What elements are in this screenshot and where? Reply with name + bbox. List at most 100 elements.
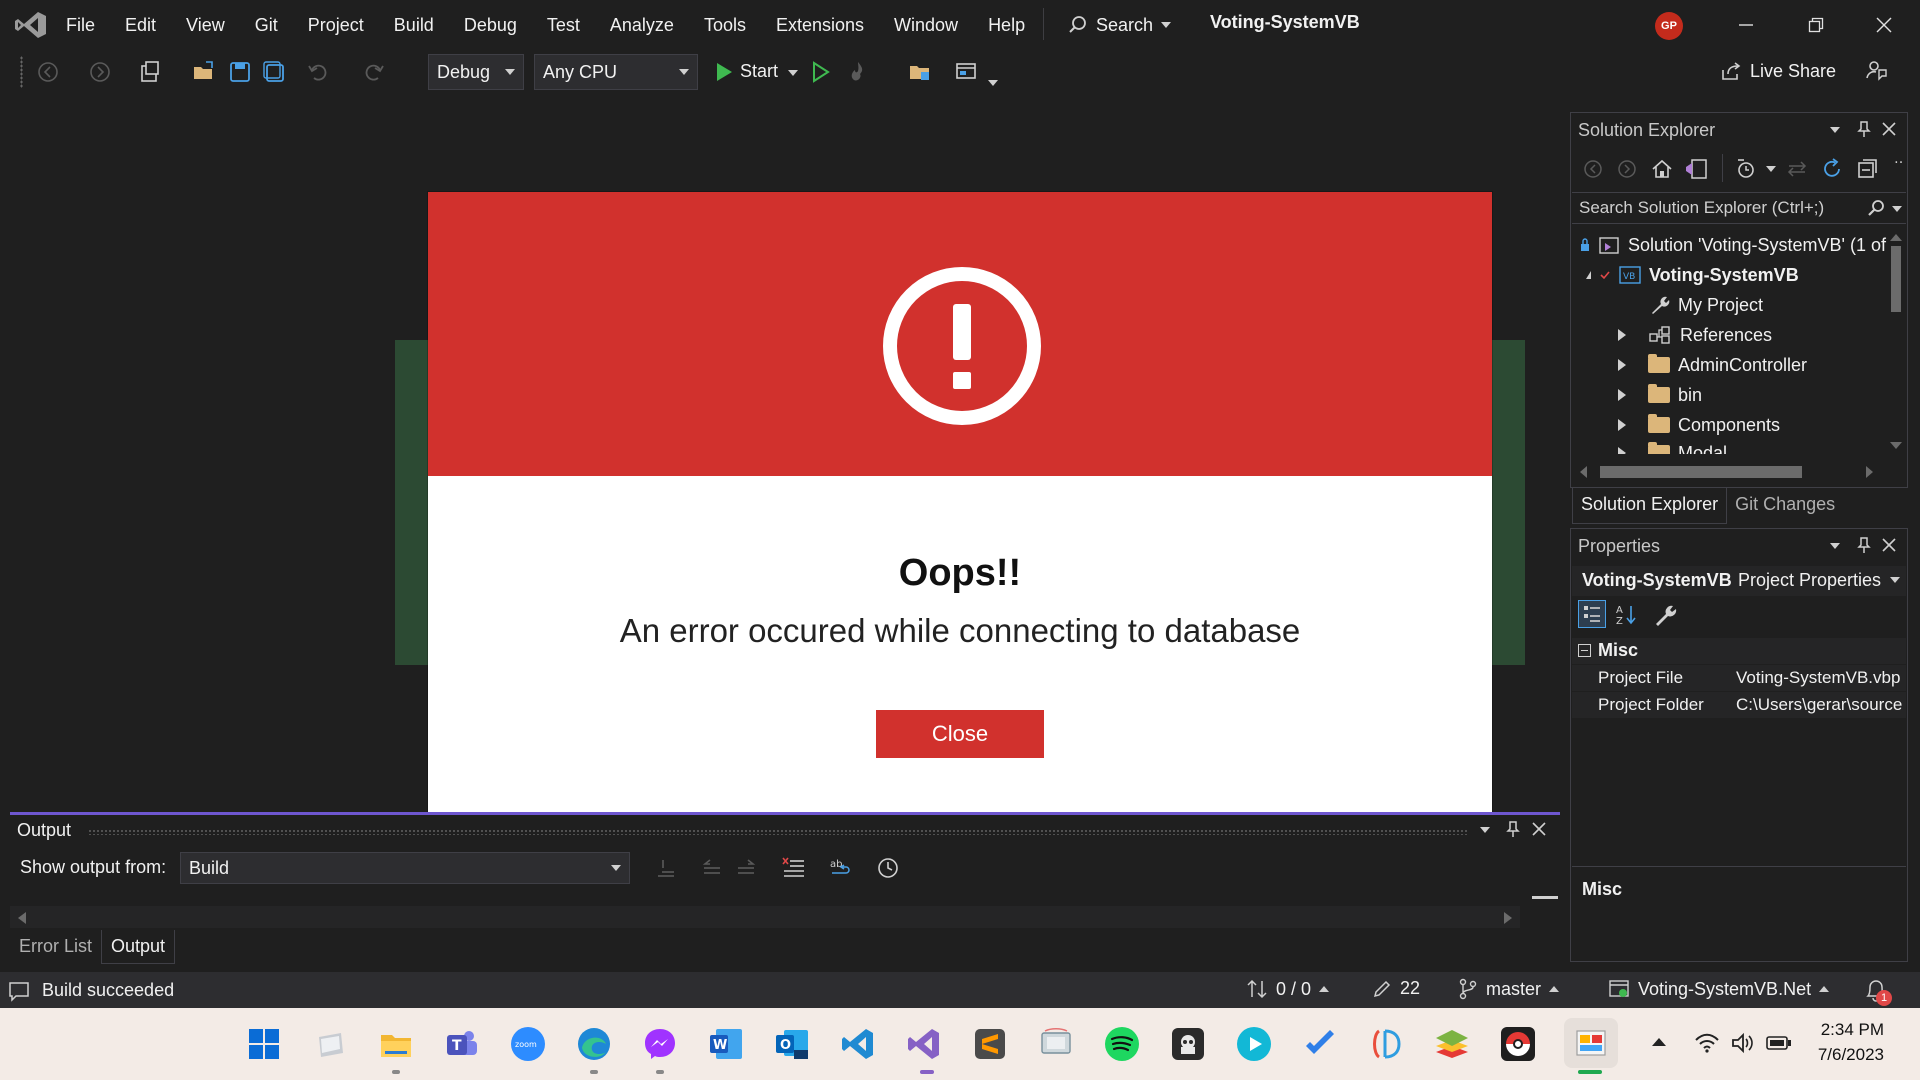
navigate-back-icon[interactable]	[36, 60, 60, 84]
sync-with-document-icon[interactable]	[1786, 158, 1808, 180]
close-icon[interactable]	[1532, 822, 1546, 836]
toolbar-grip[interactable]	[20, 56, 23, 88]
expand-icon[interactable]	[1618, 447, 1626, 454]
scroll-down-icon[interactable]	[1890, 442, 1902, 449]
tree-item-modal[interactable]: Modal	[1618, 438, 1727, 454]
refresh-icon[interactable]	[1820, 157, 1844, 181]
spotify-icon[interactable]	[1102, 1024, 1142, 1064]
search-button[interactable]: Search	[1068, 10, 1172, 40]
scroll-right-icon[interactable]	[1504, 912, 1512, 924]
clear-all-icon[interactable]	[782, 856, 806, 880]
output-horizontal-scrollbar[interactable]	[10, 906, 1520, 928]
pin-icon[interactable]	[1505, 820, 1521, 838]
visual-studio-icon[interactable]	[904, 1024, 944, 1064]
status-changes[interactable]: 0 / 0	[1246, 978, 1330, 1000]
expand-icon[interactable]	[1618, 419, 1626, 431]
close-icon[interactable]	[1882, 122, 1896, 136]
platform-dropdown[interactable]: Any CPU	[534, 54, 698, 90]
collapse-icon[interactable]	[1578, 644, 1591, 657]
show-hidden-icons-icon[interactable]	[1652, 1038, 1666, 1046]
tree-item-admincontroller[interactable]: AdminController	[1618, 350, 1807, 380]
hot-reload-icon[interactable]	[846, 60, 870, 84]
file-viewer-icon[interactable]	[310, 1024, 350, 1064]
output-source-dropdown[interactable]: Build	[180, 852, 630, 884]
tab-solution-explorer[interactable]: Solution Explorer	[1572, 488, 1728, 524]
menu-analyze[interactable]: Analyze	[595, 10, 689, 40]
pending-changes-filter-icon[interactable]	[1734, 157, 1758, 181]
configuration-dropdown[interactable]: Debug	[428, 54, 524, 90]
clock-time[interactable]: 2:34 PM	[1820, 1020, 1884, 1040]
timestamp-icon[interactable]	[876, 856, 900, 880]
remote-desktop-icon[interactable]	[1036, 1024, 1076, 1064]
pin-icon[interactable]	[1856, 120, 1872, 138]
chevron-down-icon[interactable]	[1892, 206, 1902, 212]
close-button[interactable]: Close	[876, 710, 1044, 758]
pin-icon[interactable]	[1856, 536, 1872, 554]
next-message-icon[interactable]	[734, 856, 758, 880]
menu-project[interactable]: Project	[293, 10, 379, 40]
active-app-icon[interactable]	[1564, 1018, 1618, 1068]
close-icon[interactable]	[1882, 538, 1896, 552]
pokeball-icon[interactable]	[1498, 1024, 1538, 1064]
scrollbar-thumb[interactable]	[1600, 466, 1802, 478]
tree-item-components[interactable]: Components	[1618, 410, 1780, 440]
tab-error-list[interactable]: Error List	[10, 930, 101, 964]
save-all-icon[interactable]	[262, 60, 286, 84]
messenger-icon[interactable]	[640, 1024, 680, 1064]
collapse-all-icon[interactable]	[1856, 157, 1880, 181]
scroll-right-icon[interactable]	[1866, 466, 1873, 478]
media-player-icon[interactable]	[1234, 1024, 1274, 1064]
edge-icon[interactable]	[574, 1024, 614, 1064]
minimize-button[interactable]	[1718, 6, 1774, 44]
redo-icon[interactable]	[362, 60, 386, 84]
menu-tools[interactable]: Tools	[689, 10, 761, 40]
folder-view-icon[interactable]	[908, 60, 932, 84]
undo-icon[interactable]	[306, 60, 330, 84]
open-folder-icon[interactable]	[192, 60, 216, 84]
alphabetical-icon[interactable]: AZ	[1614, 602, 1640, 628]
chevron-down-icon[interactable]	[1480, 827, 1490, 833]
expanded-icon[interactable]	[1586, 271, 1591, 279]
vscode-icon[interactable]	[838, 1024, 878, 1064]
wifi-icon[interactable]	[1694, 1032, 1720, 1054]
forward-icon[interactable]	[1616, 158, 1638, 180]
scroll-left-icon[interactable]	[18, 912, 26, 924]
switch-views-icon[interactable]	[1684, 157, 1710, 181]
chevron-down-icon[interactable]	[1830, 543, 1840, 549]
word-wrap-icon[interactable]: ab	[828, 856, 852, 880]
start-without-debugging-icon[interactable]	[808, 60, 832, 84]
menu-file[interactable]: File	[62, 10, 110, 40]
scroll-left-icon[interactable]	[1580, 466, 1587, 478]
scrollbar-thumb[interactable]	[1891, 246, 1901, 312]
start-button[interactable]: Start	[740, 61, 778, 82]
start-debugging-icon[interactable]	[712, 60, 736, 84]
clock-date[interactable]: 7/6/2023	[1806, 1045, 1884, 1065]
tree-item-bin[interactable]: bin	[1618, 380, 1702, 410]
menu-test[interactable]: Test	[532, 10, 595, 40]
toolbar-overflow-icon[interactable]	[988, 80, 998, 86]
new-project-icon[interactable]	[138, 60, 162, 84]
tree-item-solution[interactable]: Solution 'Voting-SystemVB' (1 of	[1580, 230, 1886, 260]
chevron-down-icon[interactable]	[1830, 127, 1840, 133]
menu-extensions[interactable]: Extensions	[761, 10, 879, 40]
search-icon[interactable]	[1866, 198, 1886, 218]
word-icon[interactable]: W	[706, 1024, 746, 1064]
menu-debug[interactable]: Debug	[449, 10, 532, 40]
navigate-forward-icon[interactable]	[88, 60, 112, 84]
status-branch[interactable]: master	[1458, 978, 1560, 1000]
output-status-icon[interactable]	[8, 980, 30, 1002]
avatar[interactable]: GP	[1655, 12, 1683, 40]
find-message-icon[interactable]	[654, 856, 678, 880]
tree-item-references[interactable]: References	[1618, 320, 1772, 350]
chevron-down-icon[interactable]	[1766, 166, 1776, 172]
property-row[interactable]: Project Folder C:\Users\gerar\source	[1572, 692, 1906, 718]
back-icon[interactable]	[1582, 158, 1604, 180]
file-explorer-icon[interactable]	[376, 1024, 416, 1064]
battery-icon[interactable]	[1766, 1034, 1792, 1052]
menu-window[interactable]: Window	[879, 10, 973, 40]
menu-view[interactable]: View	[171, 10, 240, 40]
overflow-icon[interactable]: ‥	[1894, 150, 1903, 167]
wrench-icon[interactable]	[1652, 602, 1678, 628]
feedback-icon[interactable]	[1864, 58, 1888, 82]
menu-help[interactable]: Help	[973, 10, 1040, 40]
